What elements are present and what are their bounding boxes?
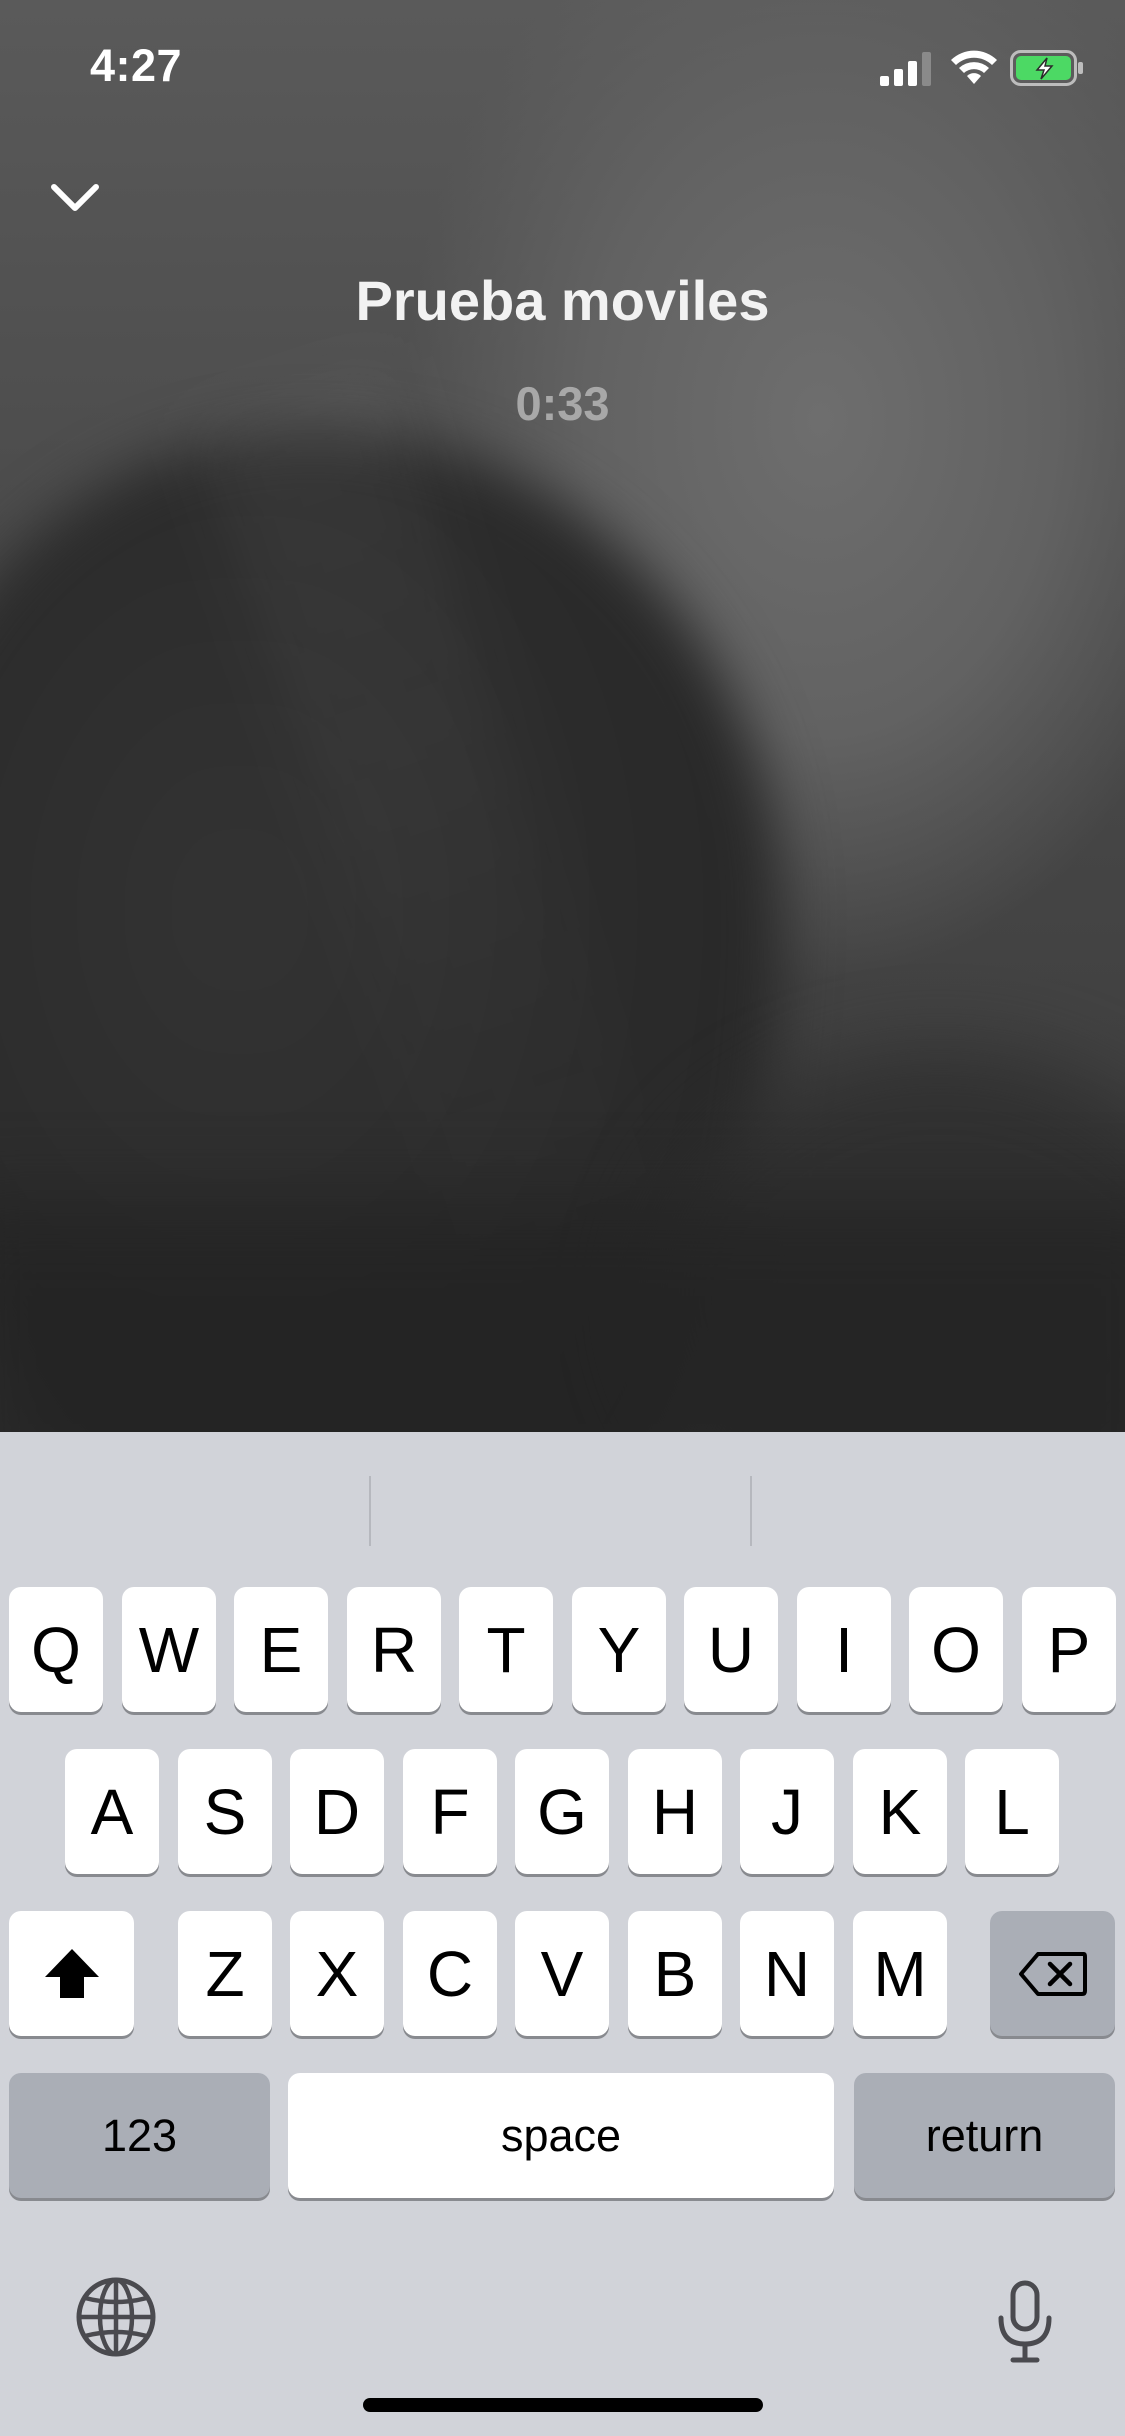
numbers-key[interactable]: 123	[9, 2073, 270, 2198]
collapse-call-button[interactable]	[40, 170, 110, 226]
key-s[interactable]: S	[178, 1749, 272, 1874]
key-l[interactable]: L	[965, 1749, 1059, 1874]
key-j[interactable]: J	[740, 1749, 834, 1874]
key-a[interactable]: A	[65, 1749, 159, 1874]
key-x[interactable]: X	[290, 1911, 384, 2036]
key-w[interactable]: W	[122, 1587, 216, 1712]
key-n[interactable]: N	[740, 1911, 834, 2036]
suggestion-divider	[369, 1476, 371, 1546]
key-d[interactable]: D	[290, 1749, 384, 1874]
space-key[interactable]: space	[288, 2073, 834, 2198]
key-z[interactable]: Z	[178, 1911, 272, 2036]
suggestion-divider	[750, 1476, 752, 1546]
key-r[interactable]: R	[347, 1587, 441, 1712]
key-q[interactable]: Q	[9, 1587, 103, 1712]
cellular-signal-icon	[880, 52, 931, 86]
key-f[interactable]: F	[403, 1749, 497, 1874]
suggestion-bar	[0, 1432, 1125, 1582]
home-indicator[interactable]	[363, 2398, 763, 2412]
chevron-down-icon	[51, 184, 99, 211]
key-c[interactable]: C	[403, 1911, 497, 2036]
key-v[interactable]: V	[515, 1911, 609, 2036]
remote-video-feed	[0, 0, 1125, 1432]
key-m[interactable]: M	[853, 1911, 947, 2036]
suggestion-slot[interactable]	[753, 1472, 1125, 1552]
call-duration: 0:33	[515, 377, 610, 430]
on-screen-keyboard: Q W E R T Y U I O P A S D F G H J K L Z …	[0, 1432, 1125, 2436]
key-b[interactable]: B	[628, 1911, 722, 2036]
delete-key[interactable]	[990, 1911, 1115, 2036]
microphone-icon[interactable]	[995, 2280, 1055, 2364]
suggestion-slot[interactable]	[0, 1472, 370, 1552]
key-k[interactable]: K	[853, 1749, 947, 1874]
key-g[interactable]: G	[515, 1749, 609, 1874]
key-t[interactable]: T	[459, 1587, 553, 1712]
key-p[interactable]: P	[1022, 1587, 1116, 1712]
backspace-icon	[1018, 1951, 1087, 1996]
globe-icon[interactable]	[75, 2276, 157, 2358]
shift-key[interactable]	[9, 1911, 134, 2036]
call-title: Prueba moviles	[355, 269, 770, 332]
status-bar: 4:27	[0, 0, 1125, 140]
suggestion-slot[interactable]	[372, 1472, 751, 1552]
status-time: 4:27	[90, 40, 183, 91]
wifi-icon	[951, 50, 997, 84]
key-h[interactable]: H	[628, 1749, 722, 1874]
shift-icon	[44, 1948, 99, 1998]
key-e[interactable]: E	[234, 1587, 328, 1712]
key-u[interactable]: U	[684, 1587, 778, 1712]
key-y[interactable]: Y	[572, 1587, 666, 1712]
key-o[interactable]: O	[909, 1587, 1003, 1712]
return-key[interactable]: return	[854, 2073, 1115, 2198]
key-i[interactable]: I	[797, 1587, 891, 1712]
battery-charging-icon	[1010, 50, 1083, 86]
